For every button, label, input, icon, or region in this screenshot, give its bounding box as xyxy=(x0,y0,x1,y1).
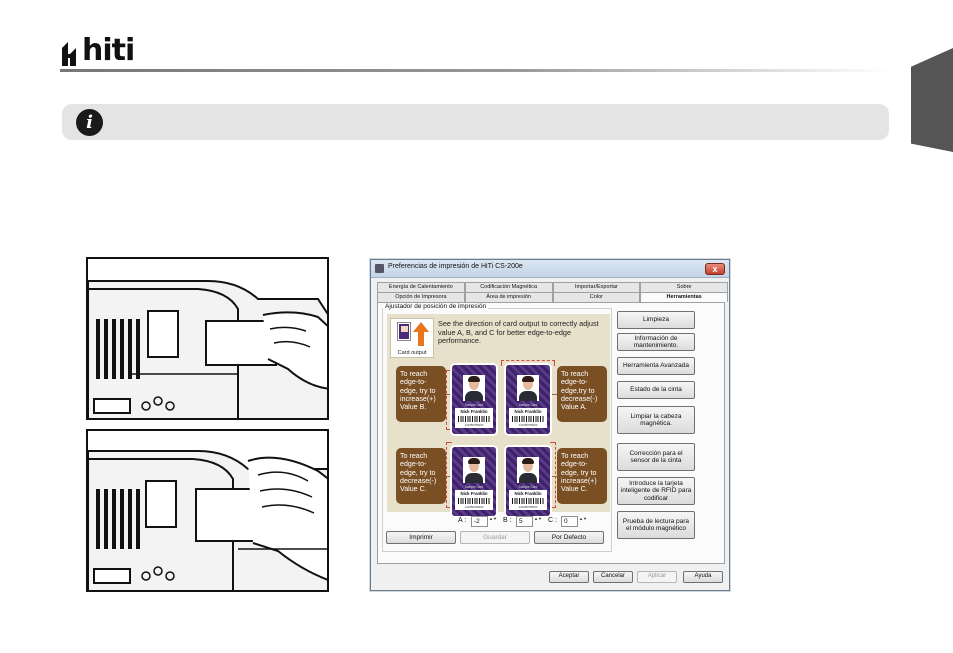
tools-tab-panel: Ajustador de posición de impresión Card … xyxy=(377,302,725,564)
hiti-logo-mark xyxy=(62,42,76,66)
tab-printer-option[interactable]: Opción de Impresora xyxy=(377,292,465,302)
printer-photo-card-exit xyxy=(86,257,329,420)
card-name: Nick Franklin xyxy=(460,409,488,414)
card-name: Nick Franklin xyxy=(514,409,542,414)
card-header-text: Sample Card xyxy=(464,485,484,489)
edge-to-edge-guide: Card output See the direction of card ou… xyxy=(387,314,610,516)
sample-id-card: Sample Card Nick Franklin 123456789000 xyxy=(452,447,496,516)
value-a-input[interactable]: -2 xyxy=(471,516,488,527)
sample-id-card: Sample Card Nick Franklin 123456789000 xyxy=(506,447,550,516)
magnetic-read-test-button[interactable]: Prueba de lectura para el módulo magnéti… xyxy=(617,511,695,539)
info-icon: i xyxy=(76,109,103,136)
advanced-tool-button[interactable]: Herramienta Avanzada xyxy=(617,357,695,375)
chapter-side-tab xyxy=(911,48,953,152)
save-button[interactable]: Guardar xyxy=(460,531,530,544)
card-header-text: Sample Card xyxy=(518,485,538,489)
card-header-text: Sample Card xyxy=(518,403,538,407)
close-button[interactable]: x xyxy=(705,263,725,275)
print-button[interactable]: Imprimir xyxy=(386,531,456,544)
up-arrow-icon xyxy=(413,322,429,346)
note-value-a: To reach edge-to-edge,try to decrease(-)… xyxy=(557,366,607,422)
card-code: 123456789000 xyxy=(464,505,484,509)
tab-tools[interactable]: Herramientas xyxy=(640,292,728,302)
ribbon-status-button[interactable]: Estado de la cinta xyxy=(617,381,695,399)
group-title: Ajustador de posición de impresión xyxy=(383,303,489,310)
dashed-edge-right-lower xyxy=(550,442,556,508)
card-header-text: Sample Card xyxy=(464,403,484,407)
label-a: A : xyxy=(458,517,467,524)
clean-magnetic-head-button[interactable]: Limpiar la cabeza magnética. xyxy=(617,406,695,434)
printing-preferences-dialog: Preferencias de impresión de HiTi CS-200… xyxy=(370,259,730,591)
sample-id-card: Sample Card Nick Franklin 123456789000 xyxy=(506,365,550,434)
note-value-c-decrease: To reach edge-to-edge, try to decrease(-… xyxy=(396,448,446,504)
default-button[interactable]: Por Defecto xyxy=(534,531,604,544)
value-c-stepper[interactable]: ▲▼ xyxy=(579,516,587,527)
mini-card-icon xyxy=(397,322,411,341)
tab-magnetic-encoding[interactable]: Codificación Magnética xyxy=(464,282,553,292)
value-a-stepper[interactable]: ▲▼ xyxy=(489,516,497,527)
header-rule xyxy=(60,69,890,72)
info-bar xyxy=(62,104,889,140)
offset-spinners: A : -2 ▲▼ B : 5 ▲▼ C : 0 ▲▼ xyxy=(458,516,608,527)
ribbon-sensor-correction-button[interactable]: Corrección para el sensor de la cinta xyxy=(617,443,695,471)
guide-description: See the direction of card output to corr… xyxy=(438,319,599,346)
ok-button[interactable]: Aceptar xyxy=(549,571,589,583)
card-output-box: Card output xyxy=(390,318,434,358)
help-button[interactable]: Ayuda xyxy=(683,571,723,583)
tab-heating-energy[interactable]: Energía de Calentamiento xyxy=(377,282,465,292)
apply-button[interactable]: Aplicar xyxy=(637,571,677,583)
card-code: 123456789000 xyxy=(464,423,484,427)
value-b-input[interactable]: 5 xyxy=(516,516,533,527)
card-name: Nick Franklin xyxy=(514,491,542,496)
note-value-b: To reach edge-to-edge, try to increase(+… xyxy=(396,366,446,422)
note-value-c-increase: To reach edge-to-edge, try to increase(+… xyxy=(557,448,607,504)
tab-row-2: Opción de Impresora Área de impresión Co… xyxy=(377,292,728,302)
tab-color[interactable]: Color xyxy=(552,292,641,302)
dialog-titlebar[interactable]: Preferencias de impresión de HiTi CS-200… xyxy=(371,260,729,278)
card-output-label: Card output xyxy=(397,350,427,356)
printer-photo-card-insert xyxy=(86,429,329,592)
card-code: 123456789000 xyxy=(518,505,538,509)
printer-illustration xyxy=(88,280,327,418)
tab-print-area[interactable]: Área de impresión xyxy=(464,292,553,302)
label-c: C : xyxy=(548,517,557,524)
value-c-input[interactable]: 0 xyxy=(561,516,578,527)
maintenance-info-button[interactable]: Información de mantenimiento. xyxy=(617,333,695,351)
card-code: 123456789000 xyxy=(518,423,538,427)
label-b: B : xyxy=(503,517,512,524)
cleaning-button[interactable]: Limpieza xyxy=(617,311,695,329)
tab-import-export[interactable]: Importar/Exportar xyxy=(552,282,641,292)
printer-illustration xyxy=(88,450,327,590)
tab-about[interactable]: Sobre xyxy=(640,282,728,292)
rfid-encode-button[interactable]: Introduce la tarjeta inteligente de RFID… xyxy=(617,477,695,505)
value-b-stepper[interactable]: ▲▼ xyxy=(534,516,542,527)
dialog-title: Preferencias de impresión de HiTi CS-200… xyxy=(388,263,523,270)
card-name: Nick Franklin xyxy=(460,491,488,496)
cancel-button[interactable]: Cancelar xyxy=(593,571,633,583)
hiti-logo: hiti xyxy=(82,33,135,68)
sample-id-card: Sample Card Nick Franklin 123456789000 xyxy=(452,365,496,434)
printer-icon xyxy=(375,264,384,273)
tab-row-1: Energía de Calentamiento Codificación Ma… xyxy=(377,282,728,292)
